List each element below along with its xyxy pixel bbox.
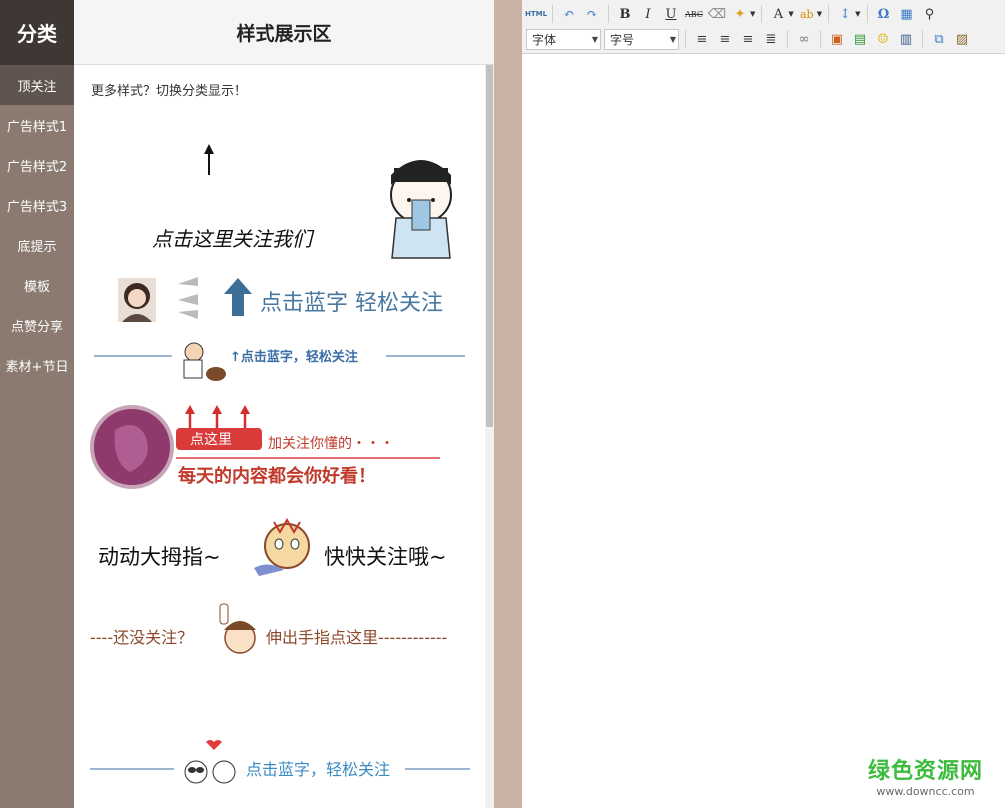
sample-not-followed-yet[interactable]: ----还没关注？ 伸出手指点这里------------ xyxy=(90,600,474,662)
watermark: 绿色资源网 www.downcc.com xyxy=(868,753,983,798)
paste-icon[interactable]: ▨ xyxy=(952,29,972,49)
sidebar-item-top-follow[interactable]: 顶关注 xyxy=(0,65,74,105)
toolbar-separator xyxy=(828,5,830,23)
html-source-button[interactable]: HTML xyxy=(525,4,547,24)
sidebar-item-template[interactable]: 模板 xyxy=(0,265,74,305)
font-family-select-value: 字体 xyxy=(532,32,557,47)
editor-content-area[interactable] xyxy=(522,54,1005,808)
chevron-down-icon[interactable]: ▼ xyxy=(855,10,860,18)
sample-4-tag: 点这里 xyxy=(190,431,232,448)
line-height-icon[interactable]: ↕ xyxy=(835,4,855,24)
sample-5-graphic: 动动大拇指~ 快快关注哦~ xyxy=(98,518,447,576)
strikethrough-button[interactable]: ABC xyxy=(684,4,704,24)
toolbar-separator xyxy=(761,5,763,23)
rich-text-editor: HTML ↶ ↷ B I U ABC ⌫ ✦ ▼ A ▼ ab ▼ ↕ ▼ Ω … xyxy=(522,0,1005,808)
toolbar-separator xyxy=(820,30,821,48)
sample-1-graphic: 点击这里关注我们 xyxy=(152,144,452,259)
chevron-down-icon[interactable]: ▼ xyxy=(817,10,822,18)
sample-6-right: 伸出手指点这里------------ xyxy=(266,628,447,647)
sidebar-item-ad-style-2[interactable]: 广告样式2 xyxy=(0,145,74,185)
sample-5-right: 快快关注哦~ xyxy=(324,545,447,569)
redo-icon[interactable]: ↷ xyxy=(582,4,602,24)
magic-wand-icon[interactable]: ✦ xyxy=(730,4,750,24)
font-family-select[interactable]: 字体 ▼ xyxy=(526,28,601,50)
eraser-icon[interactable]: ⌫ xyxy=(707,4,727,24)
undo-icon[interactable]: ↶ xyxy=(559,4,579,24)
panel-scrollbar-thumb[interactable] xyxy=(486,65,493,427)
sample-2-graphic: 点击蓝字 轻松关注 xyxy=(118,277,443,322)
toolbar-separator xyxy=(866,5,868,23)
sample-click-here-red[interactable]: 点这里 加关注你懂的・・・ 每天的内容都会你好看！ xyxy=(90,400,445,496)
toolbar-row-2: 字体 ▼ 字号 ▼ ≡ ≡ ≡ ≣ ∞ ▣ ▤ ☺ ▥ ⧉ ▨ xyxy=(526,27,972,51)
style-showcase-panel: 样式展示区 更多样式？切换分类显示！ 点击这里关注我们 点击蓝字 轻松关注 ↑点… xyxy=(74,0,494,808)
panel-title: 样式展示区 xyxy=(74,0,494,65)
toolbar-row-1: HTML ↶ ↷ B I U ABC ⌫ ✦ ▼ A ▼ ab ▼ ↕ ▼ Ω … xyxy=(525,2,940,26)
sample-3-text: ↑点击蓝字，轻松关注 xyxy=(230,349,358,365)
link-icon[interactable]: ∞ xyxy=(794,29,814,49)
image-icon[interactable]: ▣ xyxy=(827,29,847,49)
copy-icon[interactable]: ⧉ xyxy=(929,29,949,49)
app-root: 分类 顶关注 广告样式1 广告样式2 广告样式3 底提示 模板 点赞分享 素材+… xyxy=(0,0,1005,808)
sample-couple-blue-text[interactable]: 点击蓝字，轻松关注 xyxy=(90,736,474,798)
sample-4-line1: 加关注你懂的・・・ xyxy=(268,436,394,452)
sample-6-graphic: ----还没关注？ 伸出手指点这里------------ xyxy=(90,603,447,654)
italic-button[interactable]: I xyxy=(638,4,658,24)
sample-7-text: 点击蓝字，轻松关注 xyxy=(246,760,390,779)
toolbar-separator xyxy=(608,5,609,23)
sidebar-item-bottom-tip[interactable]: 底提示 xyxy=(0,225,74,265)
special-character-button[interactable]: Ω xyxy=(874,4,894,24)
bold-button[interactable]: B xyxy=(615,4,635,24)
insert-image-icon[interactable]: ▤ xyxy=(850,29,870,49)
category-sidebar: 分类 顶关注 广告样式1 广告样式2 广告样式3 底提示 模板 点赞分享 素材+… xyxy=(0,0,74,808)
sample-4-line2: 每天的内容都会你好看！ xyxy=(178,465,376,487)
editor-toolbar: HTML ↶ ↷ B I U ABC ⌫ ✦ ▼ A ▼ ab ▼ ↕ ▼ Ω … xyxy=(522,0,1005,54)
panel-hint: 更多样式？切换分类显示！ xyxy=(91,84,248,99)
sample-6-left: ----还没关注？ xyxy=(90,628,193,647)
sample-3-graphic: ↑点击蓝字，轻松关注 xyxy=(94,342,465,381)
video-icon[interactable]: ▥ xyxy=(896,29,916,49)
watermark-url: www.downcc.com xyxy=(876,785,975,798)
sample-follow-us-character[interactable]: 点击这里关注我们 xyxy=(134,140,474,265)
chevron-down-icon: ▼ xyxy=(591,34,598,44)
watermark-brand: 绿色资源网 xyxy=(867,759,983,784)
chevron-down-icon[interactable]: ▼ xyxy=(750,10,755,18)
search-replace-icon[interactable]: ⚲ xyxy=(920,4,940,24)
panel-scrollbar[interactable] xyxy=(485,65,494,808)
font-size-select-value: 字号 xyxy=(610,32,635,47)
sample-4-graphic: 点这里 加关注你懂的・・・ 每天的内容都会你好看！ xyxy=(90,405,440,489)
sample-2-text: 点击蓝字 轻松关注 xyxy=(260,291,443,316)
toolbar-separator xyxy=(685,30,686,48)
chevron-down-icon: ▼ xyxy=(669,34,676,44)
emoticon-icon[interactable]: ☺ xyxy=(873,29,893,49)
chevron-down-icon[interactable]: ▼ xyxy=(788,10,793,18)
sample-boy-blue-text[interactable]: ↑点击蓝字，轻松关注 xyxy=(94,338,469,384)
sample-thumbs-up[interactable]: 动动大拇指~ 快快关注哦~ xyxy=(94,516,474,584)
font-color-button[interactable]: A xyxy=(768,4,788,24)
highlight-color-icon[interactable]: ab xyxy=(797,4,817,24)
align-justify-icon[interactable]: ≣ xyxy=(761,29,781,49)
font-size-select[interactable]: 字号 ▼ xyxy=(604,28,679,50)
table-icon[interactable]: ▦ xyxy=(897,4,917,24)
toolbar-separator xyxy=(922,30,923,48)
sample-1-text: 点击这里关注我们 xyxy=(152,227,315,251)
sidebar-item-like-share[interactable]: 点赞分享 xyxy=(0,305,74,345)
underline-button[interactable]: U xyxy=(661,4,681,24)
align-right-icon[interactable]: ≡ xyxy=(738,29,758,49)
toolbar-separator xyxy=(552,5,553,23)
align-left-icon[interactable]: ≡ xyxy=(692,29,712,49)
sample-7-graphic: 点击蓝字，轻松关注 xyxy=(90,740,470,784)
sample-5-left: 动动大拇指~ xyxy=(98,545,221,569)
sidebar-item-ad-style-1[interactable]: 广告样式1 xyxy=(0,105,74,145)
toolbar-separator xyxy=(787,30,788,48)
sidebar-item-ad-style-3[interactable]: 广告样式3 xyxy=(0,185,74,225)
align-center-icon[interactable]: ≡ xyxy=(715,29,735,49)
sample-blue-text-follow[interactable]: 点击蓝字 轻松关注 xyxy=(114,272,474,328)
sidebar-item-material-holiday[interactable]: 素材+节日 xyxy=(0,345,74,385)
panel-divider xyxy=(494,0,522,808)
sidebar-header: 分类 xyxy=(0,0,74,65)
